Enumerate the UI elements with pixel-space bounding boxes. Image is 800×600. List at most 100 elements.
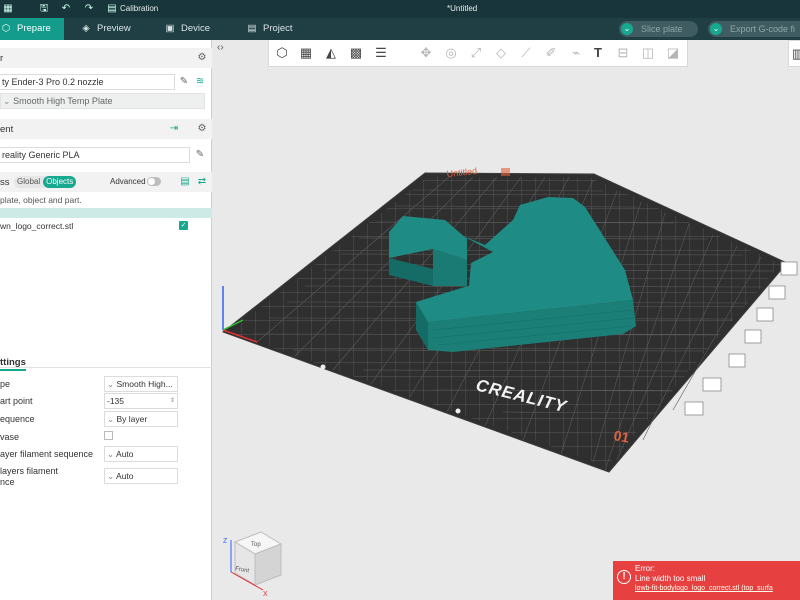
plate-row-selected[interactable] xyxy=(0,208,212,218)
slice-plate-button[interactable]: ⌄ Slice plate xyxy=(619,21,698,37)
chevron-down-icon: ⌄ xyxy=(107,379,115,389)
filament-name: reality Generic PLA xyxy=(2,150,80,160)
setting-label-other-layers-2: nce xyxy=(0,477,15,487)
plate-hole xyxy=(455,408,461,414)
scene-svg: Untitled CREALITY 01 Top Front Z X xyxy=(221,166,798,598)
advanced-switch[interactable] xyxy=(147,177,161,186)
tab-preview-label: Preview xyxy=(97,23,131,34)
plate-close-icon[interactable] xyxy=(780,261,798,276)
printer-name: ty Ender-3 Pro 0.2 nozzle xyxy=(2,77,104,87)
plate-settings-icon[interactable] xyxy=(728,353,746,368)
chevron-down-icon[interactable]: ⌄ xyxy=(621,23,633,35)
error-icon: ! xyxy=(617,570,631,584)
plate-arrange-icon[interactable] xyxy=(768,285,786,300)
printer-select[interactable]: ty Ender-3 Pro 0.2 nozzle xyxy=(0,74,175,90)
process-section-header: ss Global Objects Advanced ▤ ⇄ xyxy=(0,172,212,192)
calibration-menu[interactable]: Calibration xyxy=(120,4,158,13)
plate-number: 01 xyxy=(612,427,630,445)
edit-icon[interactable]: ✎ xyxy=(194,149,206,161)
filament-sequence-dropdown[interactable]: ⌄ Auto xyxy=(104,446,178,462)
cube-icon: ⬡ xyxy=(1,23,11,34)
filament-section-header: ent ⇥ ⚙ xyxy=(0,119,212,139)
settings-sliders-icon[interactable]: ⚙ xyxy=(196,123,208,135)
title-bar: ▦ 🖫 ↶ ↷ ▤ Calibration *Untitled xyxy=(0,0,800,18)
app-icon: ▦ xyxy=(3,3,13,14)
compare-icon[interactable]: ⇄ xyxy=(196,176,208,188)
export-gcode-button[interactable]: ⌄ Export G-code fi xyxy=(708,21,800,37)
setting-label-other-layers: layers filament xyxy=(0,466,59,476)
plate-type-value: Smooth High... xyxy=(116,379,173,389)
undo-icon[interactable]: ↶ xyxy=(60,3,72,15)
tab-prepare-label: Prepare xyxy=(17,23,51,34)
object-name[interactable]: wn_logo_correct.stl xyxy=(0,221,73,231)
chevron-down-icon: ⌄ xyxy=(107,414,115,424)
tab-device[interactable]: ▣ Device xyxy=(164,18,224,40)
export-gcode-label: Export G-code fi xyxy=(730,24,796,34)
object-checkbox[interactable]: ✓ xyxy=(179,221,188,230)
table-icon[interactable]: ▤ xyxy=(179,176,191,188)
error-toast[interactable]: ! Error: Line width too small lowb-fit-b… xyxy=(613,561,800,600)
monitor-icon: ▣ xyxy=(165,23,175,34)
plate-hole xyxy=(320,364,326,370)
printer-section-title: r xyxy=(0,53,4,64)
process-section-title: ss xyxy=(0,177,10,188)
chevron-down-icon: ⌄ xyxy=(107,471,115,481)
plate-edit-icon[interactable] xyxy=(702,377,722,392)
objects-toggle[interactable]: Objects xyxy=(43,176,77,188)
print-sequence-value: By layer xyxy=(116,414,148,424)
error-object-link[interactable]: lowb-fit-bodylogo_logo_correct.stl (top_… xyxy=(635,585,773,592)
vase-checkbox[interactable] xyxy=(104,431,113,440)
tab-preview[interactable]: ◈ Preview xyxy=(80,18,150,40)
cube-axis-x-label: X xyxy=(263,591,268,598)
advanced-label: Advanced xyxy=(110,177,146,186)
settings-heading[interactable]: ttings xyxy=(0,357,26,371)
other-layers-sequence-value: Auto xyxy=(116,471,134,481)
start-point-input[interactable]: -135 ⇕ xyxy=(104,393,178,409)
setting-label-start-point: art point xyxy=(0,396,33,406)
view-cube[interactable]: Top Front Z X xyxy=(223,531,283,598)
project-icon: ▤ xyxy=(247,23,257,34)
error-message: Line width too small xyxy=(635,574,706,583)
other-layers-sequence-dropdown[interactable]: ⌄ Auto xyxy=(104,468,178,484)
print-sequence-dropdown[interactable]: ⌄ By layer xyxy=(104,411,178,427)
document-title: *Untitled xyxy=(447,4,478,13)
add-filament-icon[interactable]: ⇥ xyxy=(168,123,180,135)
tab-project-label: Project xyxy=(263,23,293,34)
setting-label-filament-sequence: ayer filament sequence xyxy=(0,449,94,459)
chevron-down-icon: ⌄ xyxy=(3,96,11,106)
edit-icon[interactable]: ✎ xyxy=(178,76,190,88)
plate-lock-icon[interactable] xyxy=(744,329,762,344)
spinner-icon[interactable]: ⇕ xyxy=(170,394,175,408)
redo-icon[interactable]: ↷ xyxy=(83,3,95,15)
printer-section-header: r ⚙ xyxy=(0,48,212,68)
plate-tool-icon[interactable] xyxy=(684,401,704,416)
process-hint: plate, object and part. xyxy=(0,195,82,205)
start-point-value: -135 xyxy=(107,396,125,406)
divider xyxy=(0,367,212,368)
filament-sequence-value: Auto xyxy=(116,449,134,459)
wifi-icon[interactable]: ≋ xyxy=(194,76,206,88)
layers-icon: ◈ xyxy=(82,23,90,34)
setting-label-sequence: equence xyxy=(0,414,35,424)
save-icon[interactable]: 🖫 xyxy=(38,3,50,15)
plate-name-edit-icon[interactable] xyxy=(501,168,510,176)
tab-project[interactable]: ▤ Project xyxy=(246,18,306,40)
plate-type-label: Smooth High Temp Plate xyxy=(13,96,113,106)
chevron-down-icon: ⌄ xyxy=(107,449,115,459)
setting-label-plate-type: pe xyxy=(0,379,11,389)
filament-select[interactable]: reality Generic PLA xyxy=(0,147,190,163)
chevron-down-icon[interactable]: ⌄ xyxy=(710,23,722,35)
plate-type-dropdown[interactable]: ⌄ Smooth High... xyxy=(104,376,178,392)
global-objects-toggle[interactable]: Global Objects xyxy=(14,176,77,188)
tab-prepare[interactable]: ⬡ Prepare xyxy=(0,18,64,40)
left-panel: r ⚙ ty Ender-3 Pro 0.2 nozzle ✎ ≋ ⌄ Smoo… xyxy=(0,40,212,600)
plate-type-select[interactable]: ⌄ Smooth High Temp Plate xyxy=(0,93,205,109)
plate-orient-icon[interactable] xyxy=(756,307,774,322)
settings-sliders-icon[interactable]: ⚙ xyxy=(196,52,208,64)
global-toggle[interactable]: Global xyxy=(14,176,43,188)
tab-device-label: Device xyxy=(181,23,211,34)
3d-viewport[interactable]: ‹› ⬡ ▦ ◭ ▩ ☰ ✥ ◎ ⤢ ◇ ⟋ ✐ ⌁ T ⊟ ◫ ◪ ▥ Unt… xyxy=(213,40,800,600)
view-cube-top-label: Top xyxy=(251,542,261,548)
calibration-icon[interactable]: ▤ xyxy=(106,3,118,15)
tab-bar: ⬡ Prepare ◈ Preview ▣ Device ▤ Project ⌄ Slic… xyxy=(0,18,800,40)
